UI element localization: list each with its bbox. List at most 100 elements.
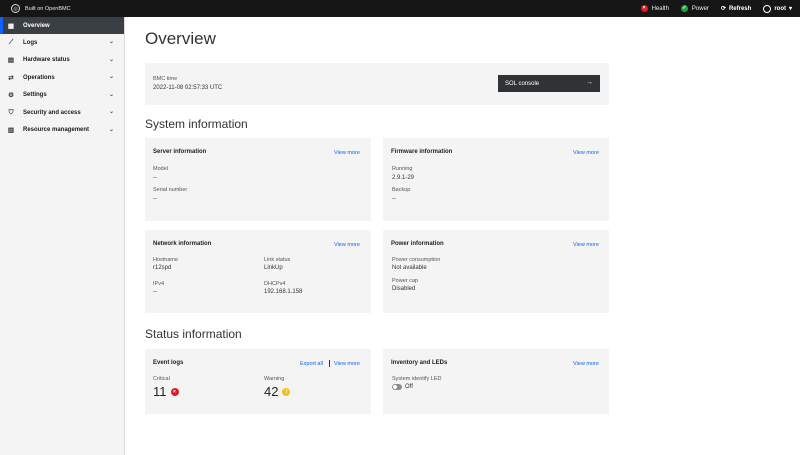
sidebar-item-label: Logs [23, 39, 38, 46]
power-label: Power [691, 5, 709, 12]
sidebar-item-label: Overview [23, 22, 50, 29]
power-consumption-value: Not available [392, 265, 427, 271]
critical-count[interactable]: 11 × [153, 384, 179, 399]
user-avatar-icon [763, 4, 772, 13]
grid-icon: ▦ [7, 22, 15, 30]
page-title: Overview [145, 29, 216, 48]
shield-icon: ⛉ [8, 108, 14, 116]
system-information-heading: System information [145, 117, 248, 131]
bmc-time-panel: BMC time 2022-11-08 02:57:33 UTC SOL con… [145, 63, 609, 105]
inventory-leds-card: Inventory and LEDs View more System iden… [383, 349, 609, 414]
sidebar-item-settings[interactable]: ⚙ Settings ⌄ [0, 87, 124, 105]
sidebar-item-label: Hardware status [23, 57, 70, 64]
serial-number-value: -- [153, 196, 157, 202]
warning-count[interactable]: 42 ! [264, 384, 291, 399]
system-identify-led-label: System identify LED [392, 376, 442, 382]
event-logs-card: Event logs Export all View more Critical… [145, 349, 371, 414]
sol-console-label: SOL console [505, 80, 540, 87]
link-status-value: LinkUp [264, 265, 283, 271]
card-title: Server information [153, 149, 207, 155]
view-more-link[interactable]: View more [573, 242, 599, 248]
power-information-card: Power information View more Power consum… [383, 230, 609, 313]
critical-value: 11 [153, 384, 167, 399]
system-identify-led-toggle[interactable]: Off [392, 384, 413, 390]
card-title: Event logs [153, 360, 184, 366]
critical-label: Critical [153, 376, 170, 382]
ipv4-value: -- [153, 289, 157, 295]
power-ok-icon: ✓ [680, 5, 688, 12]
brand-text: Built on OpenBMC [25, 5, 71, 12]
openbmc-logo-icon: ◎ [11, 4, 20, 13]
sidebar-item-security[interactable]: ⛉ Security and access ⌄ [0, 104, 124, 122]
firmware-information-card: Firmware information View more Running 2… [383, 138, 609, 221]
server-information-card: Server information View more Model -- Se… [145, 138, 371, 221]
power-consumption-label: Power consumption [392, 257, 441, 263]
sidebar-item-label: Operations [23, 74, 55, 81]
status-information-heading: Status information [145, 327, 242, 341]
dhcpv4-value: 192.168.1.158 [264, 289, 303, 295]
sidebar: ▦ Overview ⟋ Logs ⌄ ▤ Hardware status ⌄ … [0, 17, 125, 455]
dhcpv4-label: DHCPv4 [264, 281, 286, 287]
warning-icon: ! [282, 387, 291, 396]
sidebar-item-label: Security and access [23, 109, 81, 116]
power-cap-label: Power cap [392, 278, 418, 284]
toggle-switch-icon [392, 384, 402, 390]
power-status[interactable]: ✓ Power [680, 5, 709, 12]
bmc-time-label: BMC time [153, 76, 178, 82]
sidebar-item-overview[interactable]: ▦ Overview [0, 17, 124, 34]
server-icon: ▤ [7, 57, 15, 65]
arrow-right-icon: → [586, 79, 593, 86]
power-cap-value: Disabled [392, 286, 416, 292]
hostname-label: Hostname [153, 257, 179, 263]
user-menu[interactable]: root ▾ [763, 4, 792, 13]
card-title: Power information [391, 241, 444, 247]
refresh-button[interactable]: ⟳ Refresh [720, 5, 752, 13]
card-title: Firmware information [391, 149, 453, 155]
brand: ◎ Built on OpenBMC [0, 4, 71, 13]
bmc-time-value: 2022-11-08 02:57:33 UTC [153, 85, 223, 91]
sidebar-item-operations[interactable]: ⇄ Operations ⌄ [0, 69, 124, 87]
sidebar-item-label: Resource management [23, 127, 90, 134]
serial-number-label: Serial number [153, 187, 188, 193]
backup-value: -- [392, 196, 396, 202]
export-all-link[interactable]: Export all [300, 361, 323, 367]
health-status[interactable]: × Health [640, 5, 669, 12]
caret-down-icon: ▾ [788, 6, 792, 12]
refresh-icon: ⟳ [720, 6, 726, 12]
card-title: Inventory and LEDs [391, 360, 448, 366]
model-label: Model [153, 166, 168, 172]
user-label: root [774, 5, 786, 12]
view-more-link[interactable]: View more [334, 361, 360, 367]
view-more-link[interactable]: View more [573, 361, 599, 367]
chevron-down-icon: ⌄ [108, 109, 114, 115]
top-bar: ◎ Built on OpenBMC × Health ✓ Power ⟳ Re… [0, 0, 800, 17]
model-value: -- [153, 175, 157, 181]
sidebar-item-label: Settings [23, 92, 47, 99]
chevron-down-icon: ⌄ [108, 74, 114, 80]
running-label: Running [392, 166, 413, 172]
backup-label: Backup [392, 187, 411, 193]
bars-icon: ▥ [7, 127, 15, 135]
chart-icon: ⟋ [8, 38, 14, 46]
hostname-value: r12spd [153, 265, 172, 271]
refresh-label: Refresh [728, 5, 752, 12]
sidebar-item-resource-management[interactable]: ▥ Resource management ⌄ [0, 122, 124, 140]
view-more-link[interactable]: View more [334, 150, 360, 156]
view-more-link[interactable]: View more [334, 242, 360, 248]
view-more-link[interactable]: View more [573, 150, 599, 156]
sol-console-button[interactable]: SOL console → [498, 75, 600, 92]
chevron-down-icon: ⌄ [108, 39, 114, 45]
critical-error-icon: × [170, 387, 179, 396]
chevron-down-icon: ⌄ [108, 56, 114, 63]
warning-label: Warning [264, 376, 285, 382]
sliders-icon: ⇄ [8, 74, 14, 82]
warning-value: 42 [264, 384, 279, 399]
led-state-value: Off [405, 384, 413, 390]
network-information-card: Network information View more Hostname r… [145, 230, 371, 313]
link-separator [329, 360, 330, 367]
sidebar-item-logs[interactable]: ⟋ Logs ⌄ [0, 34, 124, 52]
top-actions: × Health ✓ Power ⟳ Refresh root ▾ [640, 0, 792, 17]
running-value: 2.9.1-29 [392, 175, 415, 181]
card-title: Network information [153, 241, 212, 247]
sidebar-item-hardware-status[interactable]: ▤ Hardware status ⌄ [0, 52, 124, 70]
